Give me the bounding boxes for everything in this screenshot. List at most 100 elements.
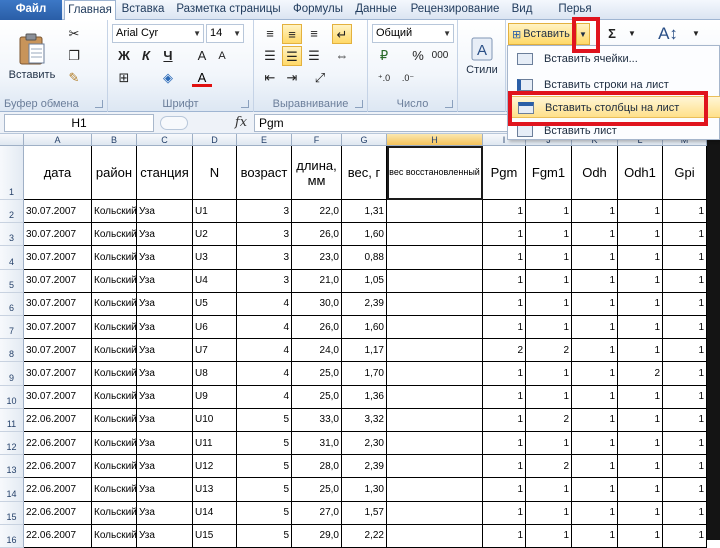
row-header[interactable]: 1 <box>0 146 24 200</box>
table-cell[interactable]: 22.06.2007 <box>24 524 92 548</box>
tab-review[interactable]: Рецензирование <box>404 0 506 20</box>
table-cell[interactable]: 5 <box>237 408 292 432</box>
table-cell[interactable]: 30.07.2007 <box>24 385 92 409</box>
table-cell[interactable]: 1,05 <box>342 269 387 293</box>
table-cell[interactable]: 1 <box>618 501 663 525</box>
table-cell[interactable]: 1 <box>483 385 526 409</box>
table-cell[interactable]: 5 <box>237 478 292 502</box>
table-cell[interactable]: 1 <box>663 316 707 340</box>
table-cell[interactable]: 1 <box>618 200 663 224</box>
table-cell[interactable]: 1 <box>663 455 707 479</box>
table-cell[interactable]: 5 <box>237 432 292 456</box>
column-header-b[interactable]: B <box>92 134 137 146</box>
table-cell[interactable]: 1 <box>526 478 572 502</box>
table-cell[interactable]: 1 <box>618 524 663 548</box>
row-header[interactable]: 4 <box>0 246 24 270</box>
table-cell[interactable] <box>387 385 483 409</box>
table-cell[interactable]: 3,32 <box>342 408 387 432</box>
table-cell[interactable]: 1 <box>663 385 707 409</box>
row-header[interactable]: 14 <box>0 478 24 502</box>
table-cell[interactable]: 1 <box>618 339 663 363</box>
table-cell[interactable]: 1 <box>618 223 663 247</box>
table-cell[interactable]: Кольский <box>92 292 137 316</box>
table-cell[interactable]: Кольский <box>92 362 137 386</box>
table-cell[interactable] <box>387 362 483 386</box>
table-cell[interactable]: Кольский <box>92 246 137 270</box>
thousands-button[interactable]: 000 <box>430 46 450 66</box>
table-cell[interactable]: 30.07.2007 <box>24 292 92 316</box>
table-cell[interactable]: 1 <box>526 246 572 270</box>
table-cell[interactable]: Кольский <box>92 455 137 479</box>
table-cell[interactable]: 1 <box>526 362 572 386</box>
table-cell[interactable]: 22.06.2007 <box>24 478 92 502</box>
row-header[interactable]: 12 <box>0 432 24 456</box>
table-cell[interactable]: 1 <box>572 432 618 456</box>
tab-data[interactable]: Данные <box>350 0 402 20</box>
table-cell[interactable]: Уза <box>137 200 193 224</box>
table-cell[interactable]: 33,0 <box>292 408 342 432</box>
menu-item-insert-cells[interactable]: Вставить ячейки... <box>508 48 720 70</box>
table-cell[interactable]: U8 <box>193 362 237 386</box>
font-launcher-icon[interactable] <box>241 100 249 108</box>
table-cell[interactable]: 1 <box>663 200 707 224</box>
table-cell[interactable]: 1 <box>618 246 663 270</box>
table-cell[interactable]: 1,36 <box>342 385 387 409</box>
table-cell[interactable]: Уза <box>137 501 193 525</box>
table-cell[interactable]: 22,0 <box>292 200 342 224</box>
table-cell[interactable]: 1 <box>572 478 618 502</box>
header-cell[interactable]: вес, г <box>342 146 387 200</box>
table-cell[interactable]: 1 <box>663 408 707 432</box>
italic-button[interactable]: К <box>136 46 156 66</box>
table-cell[interactable]: Уза <box>137 339 193 363</box>
table-cell[interactable]: 1 <box>572 269 618 293</box>
font-size-combo[interactable]: 14 ▼ <box>206 24 244 43</box>
table-cell[interactable]: Кольский <box>92 524 137 548</box>
table-cell[interactable]: 1 <box>663 246 707 270</box>
table-cell[interactable]: 1 <box>572 385 618 409</box>
table-cell[interactable]: 28,0 <box>292 455 342 479</box>
table-cell[interactable]: 1 <box>483 455 526 479</box>
table-cell[interactable]: 1 <box>572 524 618 548</box>
table-cell[interactable]: 3 <box>237 223 292 247</box>
formula-bar-divider[interactable] <box>160 116 188 130</box>
table-cell[interactable]: 1 <box>526 432 572 456</box>
cut-icon[interactable]: ✂ <box>64 24 84 44</box>
table-cell[interactable]: 1,57 <box>342 501 387 525</box>
font-name-combo[interactable]: Arial Cyr ▼ <box>112 24 204 43</box>
table-cell[interactable]: 23,0 <box>292 246 342 270</box>
table-cell[interactable]: 30.07.2007 <box>24 223 92 247</box>
bold-button[interactable]: Ж <box>114 46 134 66</box>
table-cell[interactable]: 2 <box>526 339 572 363</box>
merge-center-icon[interactable]: ⇔ <box>332 46 352 66</box>
table-cell[interactable]: U7 <box>193 339 237 363</box>
table-cell[interactable]: U3 <box>193 246 237 270</box>
table-cell[interactable]: Уза <box>137 385 193 409</box>
row-header[interactable]: 15 <box>0 501 24 525</box>
table-cell[interactable]: 1 <box>483 200 526 224</box>
row-header[interactable]: 9 <box>0 362 24 386</box>
table-cell[interactable]: Кольский <box>92 501 137 525</box>
row-header[interactable]: 6 <box>0 292 24 316</box>
styles-button[interactable]: A Стили <box>462 26 502 86</box>
tab-view[interactable]: Вид <box>507 0 537 20</box>
fill-color-icon[interactable]: ◈ <box>158 68 178 88</box>
table-cell[interactable]: U13 <box>193 478 237 502</box>
shrink-font-icon[interactable]: A <box>212 46 232 66</box>
table-cell[interactable]: 1 <box>483 316 526 340</box>
table-cell[interactable]: Кольский <box>92 316 137 340</box>
tab-page-layout[interactable]: Разметка страницы <box>171 0 286 20</box>
table-cell[interactable]: 1 <box>572 362 618 386</box>
table-cell[interactable]: 1 <box>526 524 572 548</box>
table-cell[interactable]: 2 <box>526 408 572 432</box>
table-cell[interactable]: 25,0 <box>292 385 342 409</box>
table-cell[interactable]: 1 <box>618 478 663 502</box>
table-cell[interactable] <box>387 524 483 548</box>
column-header-g[interactable]: G <box>342 134 387 146</box>
table-cell[interactable]: U15 <box>193 524 237 548</box>
table-cell[interactable]: Кольский <box>92 478 137 502</box>
header-cell[interactable]: район <box>92 146 137 200</box>
table-cell[interactable]: 25,0 <box>292 478 342 502</box>
font-color-icon[interactable]: A <box>192 68 212 87</box>
chevron-down-icon[interactable]: ▼ <box>686 24 706 44</box>
tab-file[interactable]: Файл <box>0 0 62 20</box>
